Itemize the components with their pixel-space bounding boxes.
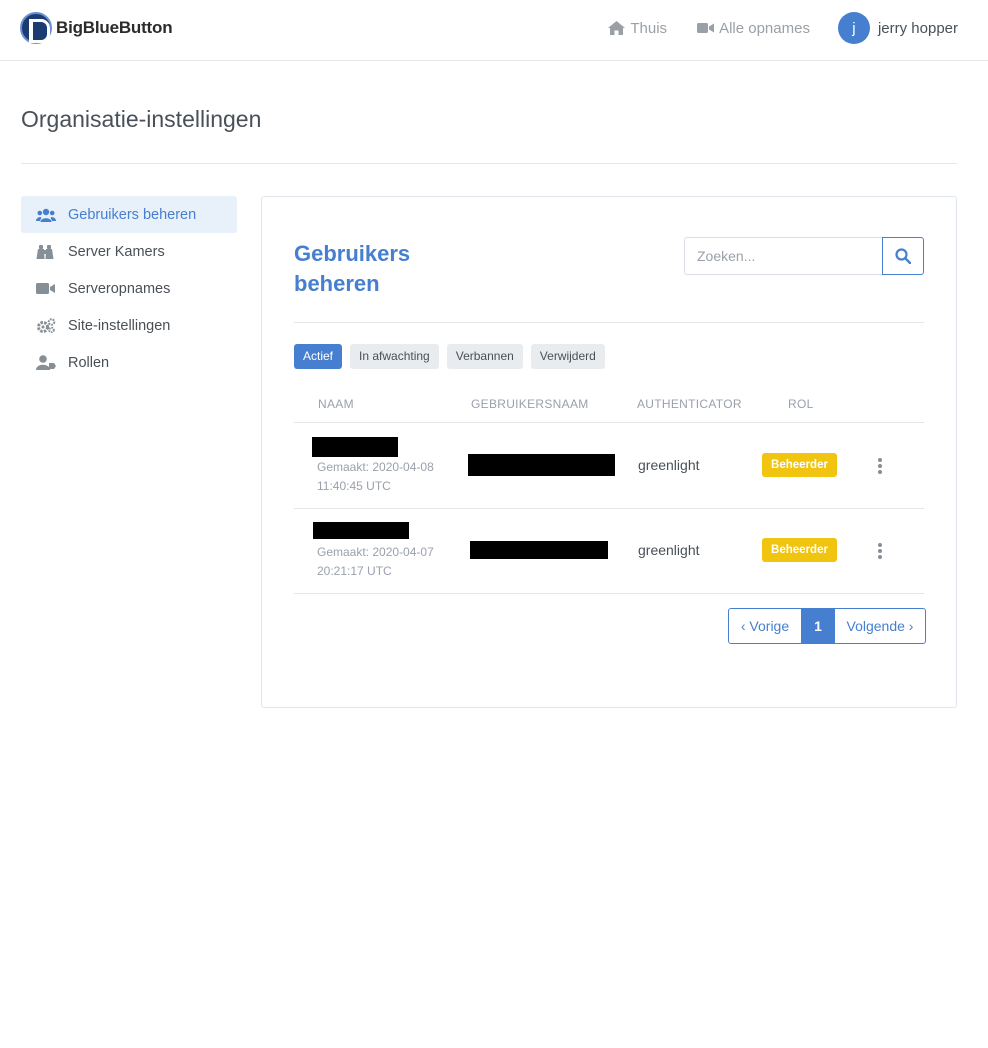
sidebar-item-server-rooms[interactable]: Server Kamers [21,233,237,270]
pagination-prev-button[interactable]: ‹ Vorige [728,608,802,644]
redacted-username [470,541,608,559]
filter-banned[interactable]: Verbannen [446,344,523,369]
created-time-line: 20:21:17 UTC [317,564,392,578]
table-row: Gemaakt: 2020-04-08 11:40:45 UTC greenli… [294,424,924,509]
users-icon [36,208,56,222]
top-navbar: BigBlueButton Thuis Alle opnames j jerry… [0,0,988,61]
redacted-username [468,454,615,476]
sidebar-item-label: Rollen [68,354,110,371]
status-filter-tabs: Actief In afwachting Verbannen Verwijder… [294,344,613,369]
nav-home-link[interactable]: Thuis [608,20,667,37]
brand-name: BigBlueButton [56,18,173,37]
search-button[interactable] [882,237,924,275]
sidebar-item-server-recordings[interactable]: Serveropnames [21,270,237,307]
manage-users-card: Gebruikers beheren Actief In afwachting … [261,196,957,708]
admin-sidebar: Gebruikers beheren Server Kamers Servero… [21,196,237,381]
sidebar-item-label: Site-instellingen [68,317,171,334]
column-header-role: ROL [788,397,814,411]
title-divider [21,163,957,164]
created-date-line: Gemaakt: 2020-04-07 [317,545,434,559]
kebab-dot-icon [878,458,882,462]
card-title: Gebruikers beheren [294,241,411,296]
created-date-line: Gemaakt: 2020-04-08 [317,460,434,474]
authenticator-value: greenlight [638,542,700,558]
kebab-dot-icon [878,555,882,559]
filter-deleted[interactable]: Verwijderd [530,344,605,369]
table-row: Gemaakt: 2020-04-07 20:21:17 UTC greenli… [294,509,924,594]
search-input[interactable] [684,237,882,275]
row-actions-menu[interactable] [876,458,884,476]
search-group [684,237,924,275]
nav-recordings-link[interactable]: Alle opnames [697,20,810,37]
card-divider [294,322,924,323]
pagination-next-button[interactable]: Volgende › [834,608,926,644]
kebab-dot-icon [878,549,882,553]
kebab-dot-icon [878,464,882,468]
sidebar-item-roles[interactable]: Rollen [21,344,237,381]
column-header-authenticator: AUTHENTICATOR [637,397,742,411]
filter-active[interactable]: Actief [294,344,343,369]
pagination-page-1[interactable]: 1 [802,608,834,644]
sidebar-item-manage-users[interactable]: Gebruikers beheren [21,196,237,233]
sidebar-item-site-settings[interactable]: Site-instellingen [21,307,237,344]
bigbluebutton-logo-icon [20,12,52,44]
kebab-dot-icon [878,543,882,547]
column-header-username: GEBRUIKERSNAAM [471,397,589,411]
video-camera-icon [697,23,715,33]
nav-recordings-label: Alle opnames [719,19,810,37]
created-date: Gemaakt: 2020-04-08 11:40:45 UTC [317,458,447,496]
created-date: Gemaakt: 2020-04-07 20:21:17 UTC [317,543,447,581]
redacted-name [313,522,409,539]
authenticator-value: greenlight [638,457,700,473]
sidebar-item-label: Server Kamers [68,243,165,260]
kebab-dot-icon [878,470,882,474]
nav-home-label: Thuis [630,19,668,37]
user-avatar[interactable]: j [837,12,870,44]
users-table-header: NAAM GEBRUIKERSNAAM AUTHENTICATOR ROL [294,385,924,423]
search-icon [895,248,911,264]
filter-pending[interactable]: In afwachting [350,344,439,369]
header-nav: Thuis Alle opnames j jerry hopper [578,11,958,45]
redacted-name [312,437,398,457]
sidebar-item-label: Gebruikers beheren [68,206,197,223]
created-time-line: 11:40:45 UTC [317,479,391,493]
user-menu[interactable]: jerry hopper [878,20,958,37]
sidebar-item-label: Serveropnames [68,280,171,297]
page-title: Organisatie-instellingen [21,106,262,132]
role-badge: Beheerder [762,453,837,477]
brand-logo[interactable]: BigBlueButton [20,12,173,44]
video-icon [36,283,55,294]
binoculars-icon [36,244,54,259]
row-actions-menu[interactable] [876,543,884,561]
home-icon [608,21,626,35]
user-tag-icon [36,355,56,370]
pagination: ‹ Vorige 1 Volgende › [728,608,926,644]
column-header-name: NAAM [318,397,354,411]
role-badge: Beheerder [762,538,837,562]
gears-icon [37,318,56,333]
